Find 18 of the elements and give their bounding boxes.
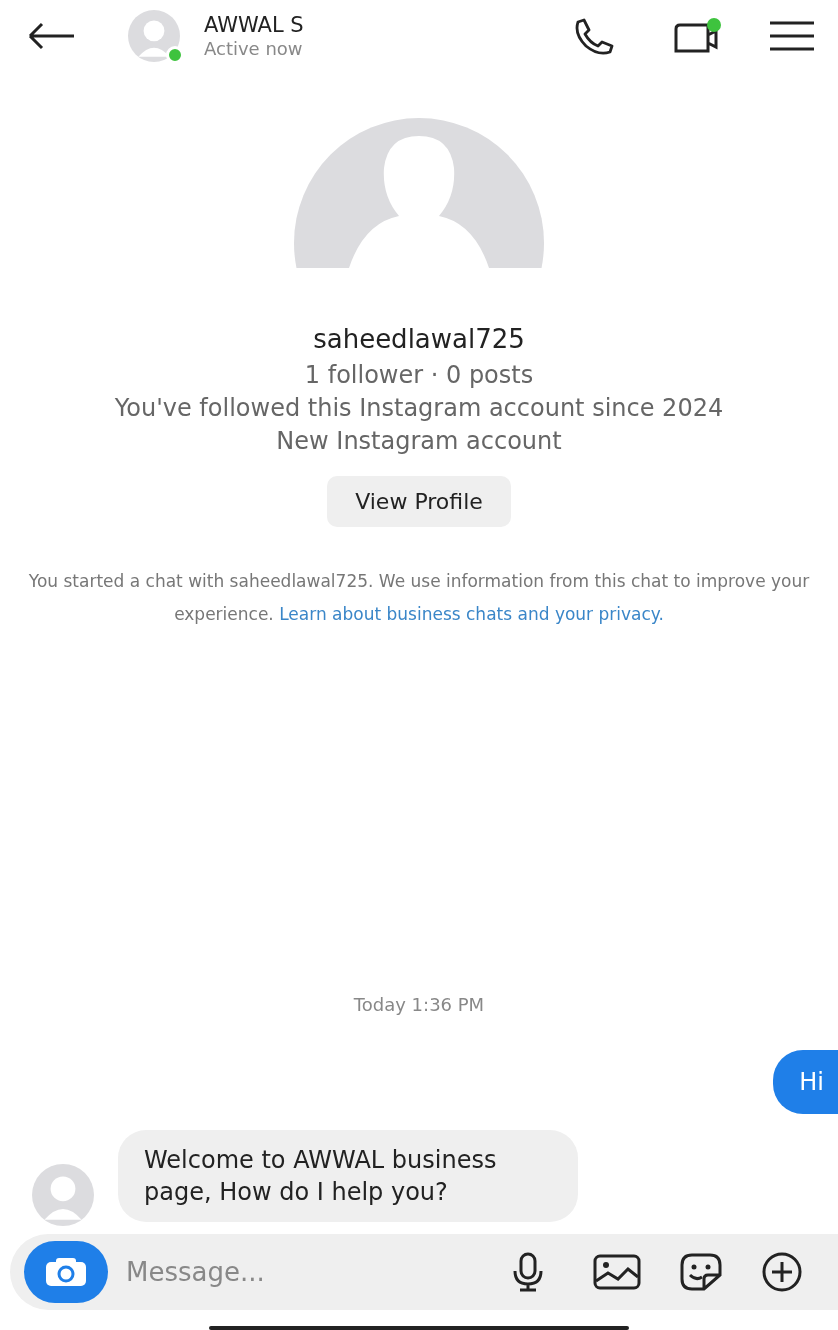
menu-icon[interactable] (768, 19, 816, 53)
info-text: New Instagram account (275, 426, 563, 457)
message-bubble: Welcome to AWWAL business page, How do I help you? (118, 1130, 578, 1222)
message-bubble: Hi (773, 1050, 838, 1114)
timestamp: Today 1:36 PM (353, 994, 485, 1015)
info-text: You've followed this Instagram account since 2024 (113, 393, 725, 424)
avatar (128, 10, 180, 62)
camera-icon (44, 1256, 88, 1288)
stats-text: 1 follower · 0 posts (303, 360, 535, 391)
sender-avatar (32, 1164, 94, 1226)
message-field[interactable]: Message... (10, 1234, 838, 1310)
notice-text: You started a chat with saheedlawal725. We use information from this chat to improve your experience. Learn about business chats and your privacy. (27, 570, 811, 626)
privacy-link[interactable]: Learn about business chats and your privacy. (279, 604, 664, 624)
view-profile-button[interactable]: View Profile (327, 476, 511, 527)
status-text: Active now (204, 37, 304, 60)
contact-name: AWWAL S (204, 12, 304, 38)
back-arrow-icon[interactable] (26, 21, 76, 51)
username: saheedlawal725 (312, 323, 526, 356)
